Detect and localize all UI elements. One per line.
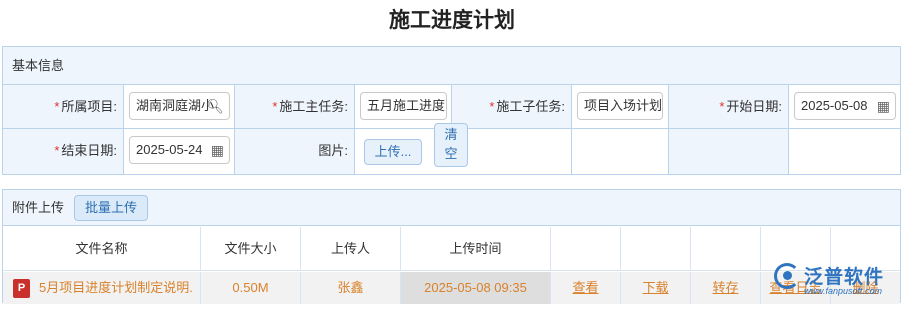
basic-info-panel: 基本信息 * 所属项目: 湖南洞庭湖小 🔍︎ * 施工主任务: 五月施工进度 * 施工… bbox=[2, 46, 901, 175]
view-cell: 查看 bbox=[551, 272, 621, 304]
main-task-cell: 五月施工进度 bbox=[355, 85, 452, 128]
basic-info-header: 基本信息 bbox=[3, 47, 900, 85]
batch-upload-button[interactable]: 批量上传 bbox=[74, 195, 148, 221]
column-header-filename: 文件名称 bbox=[3, 227, 201, 270]
project-cell: 湖南洞庭湖小 🔍︎ bbox=[124, 85, 235, 128]
project-label: * 所属项目: bbox=[3, 85, 124, 128]
file-size: 0.50M bbox=[201, 272, 301, 304]
calendar-icon[interactable]: ▦ bbox=[211, 137, 224, 163]
column-header-action bbox=[691, 227, 761, 270]
start-date-cell: 2025-05-08 ▦ bbox=[789, 85, 900, 128]
calendar-icon[interactable]: ▦ bbox=[877, 93, 890, 119]
logo-url: www.fanpusoft.com bbox=[804, 286, 883, 296]
sub-task-label: * 施工子任务: bbox=[452, 85, 572, 128]
page-title: 施工进度计划 bbox=[389, 8, 515, 32]
table-header-row: 文件名称 文件大小 上传人 上传时间 bbox=[3, 227, 900, 271]
attachment-panel: 附件上传 批量上传 文件名称 文件大小 上传人 上传时间 P 5月项目进度计划制… bbox=[2, 189, 901, 304]
empty-cell bbox=[789, 129, 900, 174]
start-date-input[interactable]: 2025-05-08 ▦ bbox=[794, 92, 896, 120]
column-header-filesize: 文件大小 bbox=[201, 227, 301, 270]
pdf-icon: P bbox=[13, 279, 30, 298]
clear-button[interactable]: 清空 bbox=[434, 123, 468, 167]
save-cell: 转存 bbox=[691, 272, 761, 304]
logo-name: 泛普软件 bbox=[804, 267, 885, 288]
attachment-header: 附件上传 批量上传 bbox=[3, 190, 900, 226]
search-icon[interactable]: 🔍︎ bbox=[206, 93, 224, 119]
start-date-label: * 开始日期: bbox=[669, 85, 789, 128]
file-upload-time: 2025-05-08 09:35 bbox=[401, 272, 551, 304]
column-header-action bbox=[551, 227, 621, 270]
empty-cell bbox=[572, 129, 669, 174]
end-date-cell: 2025-05-24 ▦ bbox=[124, 129, 235, 174]
file-uploader: 张鑫 bbox=[301, 272, 401, 304]
upload-button[interactable]: 上传... bbox=[364, 139, 422, 165]
end-date-input[interactable]: 2025-05-24 ▦ bbox=[129, 136, 230, 164]
table-row: P 5月项目进度计划制定说明. 0.50M 张鑫 2025-05-08 09:3… bbox=[3, 272, 900, 304]
end-date-label: * 结束日期: bbox=[3, 129, 124, 174]
column-header-action bbox=[621, 227, 691, 270]
column-header-uploadtime: 上传时间 bbox=[401, 227, 551, 270]
filename-cell: P 5月项目进度计划制定说明. bbox=[3, 272, 201, 304]
column-header-uploader: 上传人 bbox=[301, 227, 401, 270]
download-cell: 下载 bbox=[621, 272, 691, 304]
save-link[interactable]: 转存 bbox=[712, 280, 738, 295]
attachment-title: 附件上传 bbox=[12, 200, 65, 215]
main-task-label: * 施工主任务: bbox=[235, 85, 355, 128]
view-link[interactable]: 查看 bbox=[572, 280, 598, 295]
download-link[interactable]: 下载 bbox=[642, 280, 668, 295]
form-row: * 结束日期: 2025-05-24 ▦ 图片: 上传... 清空 bbox=[3, 123, 900, 174]
sub-task-input[interactable]: 项目入场计划 bbox=[577, 92, 663, 120]
logo-mark-icon bbox=[774, 263, 800, 289]
main-task-input[interactable]: 五月施工进度 bbox=[360, 92, 447, 120]
project-select[interactable]: 湖南洞庭湖小 🔍︎ bbox=[129, 92, 230, 120]
image-label: 图片: bbox=[235, 129, 355, 174]
brand-logo: 泛普软件 www.fanpusoft.com bbox=[774, 262, 899, 300]
sub-task-cell: 项目入场计划 bbox=[572, 85, 669, 128]
empty-label-cell bbox=[669, 129, 789, 174]
image-cell: 上传... 清空 bbox=[355, 123, 572, 174]
file-name[interactable]: 5月项目进度计划制定说明. bbox=[39, 272, 199, 304]
